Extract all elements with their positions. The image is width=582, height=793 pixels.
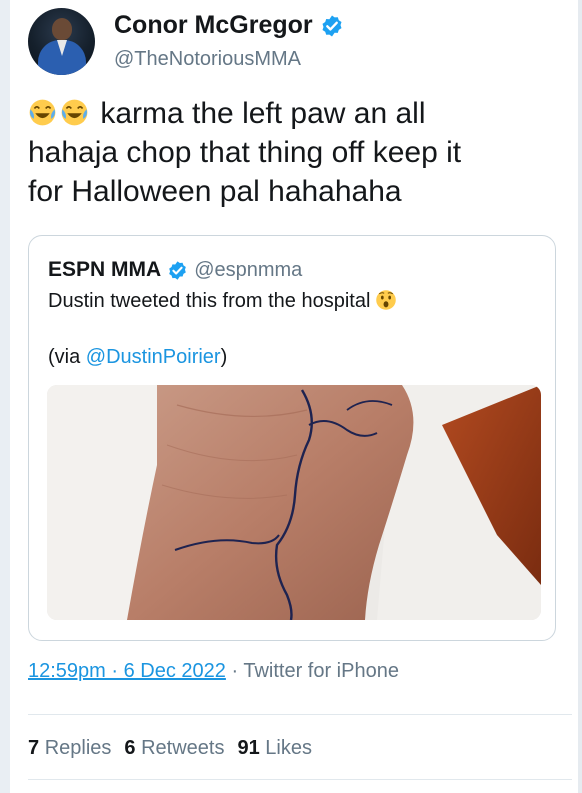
quoted-tweet-photo[interactable]: [47, 385, 541, 620]
author-name-line: Conor McGregor: [114, 11, 344, 40]
replies-label: Replies: [44, 737, 112, 759]
quoted-handle[interactable]: @espnmma: [194, 259, 302, 282]
retweets-stat[interactable]: 6 Retweets: [124, 737, 224, 760]
retweets-label: Retweets: [141, 737, 225, 759]
author-handle[interactable]: @TheNotoriousMMA: [114, 48, 301, 71]
verified-badge-icon: [322, 15, 342, 36]
divider-bottom: [28, 779, 572, 780]
tweet-text: karma the left paw an all hahaja chop th…: [28, 94, 548, 211]
via-prefix: (via: [48, 346, 86, 368]
via-mention-link[interactable]: @DustinPoirier: [86, 346, 221, 368]
tweet-meta: 12:59pm · 6 Dec 2022 · Twitter for iPhon…: [28, 660, 399, 683]
avatar-head: [52, 18, 72, 40]
replies-count: 7: [28, 737, 40, 759]
likes-stat[interactable]: 91 Likes: [237, 737, 312, 760]
quoted-display-name[interactable]: ESPN MMA: [48, 258, 161, 282]
replies-stat[interactable]: 7 Replies: [28, 737, 111, 760]
likes-label: Likes: [265, 737, 312, 759]
page-frame-left: [0, 0, 10, 793]
tweet-timestamp-link[interactable]: 12:59pm · 6 Dec 2022: [28, 660, 226, 682]
tweet-source: Twitter for iPhone: [243, 660, 399, 682]
tweet-line-1-text: karma the left paw an all: [100, 97, 426, 130]
tweet-card: Conor McGregor @TheNotoriousMMA karma th…: [10, 0, 578, 793]
tweet-text-line-3: for Halloween pal hahahaha: [28, 175, 402, 208]
author-display-name[interactable]: Conor McGregor: [114, 11, 313, 40]
hushed-face-icon: [376, 290, 397, 310]
quoted-tweet-header: ESPN MMA @espnmma: [48, 258, 302, 282]
likes-count: 91: [237, 737, 260, 759]
quoted-via-line: (via @DustinPoirier): [48, 346, 227, 369]
verified-badge-icon: [169, 260, 186, 280]
page-frame-right: [578, 0, 582, 793]
quoted-tweet-card[interactable]: ESPN MMA @espnmma Dustin tweeted this fr…: [28, 235, 556, 641]
quoted-tweet-text: Dustin tweeted this from the hospital: [48, 288, 397, 315]
via-suffix: ): [220, 346, 228, 368]
face-with-tears-of-joy-icon: [61, 99, 88, 126]
tweet-header: Conor McGregor @TheNotoriousMMA: [28, 6, 548, 80]
divider-top: [28, 714, 572, 715]
tweet-stats: 7 Replies 6 Retweets 91 Likes: [28, 737, 312, 760]
face-with-tears-of-joy-icon: [29, 99, 56, 126]
meta-separator: ·: [225, 660, 244, 682]
tweet-text-line-2: hahaja chop that thing off keep it: [28, 136, 462, 169]
retweets-count: 6: [124, 737, 136, 759]
quoted-tweet-text-content: Dustin tweeted this from the hospital: [48, 290, 371, 312]
author-avatar[interactable]: [28, 8, 95, 75]
hand-stitches-photo: [47, 385, 541, 620]
tweet-text-line-1: karma the left paw an all: [28, 94, 548, 133]
